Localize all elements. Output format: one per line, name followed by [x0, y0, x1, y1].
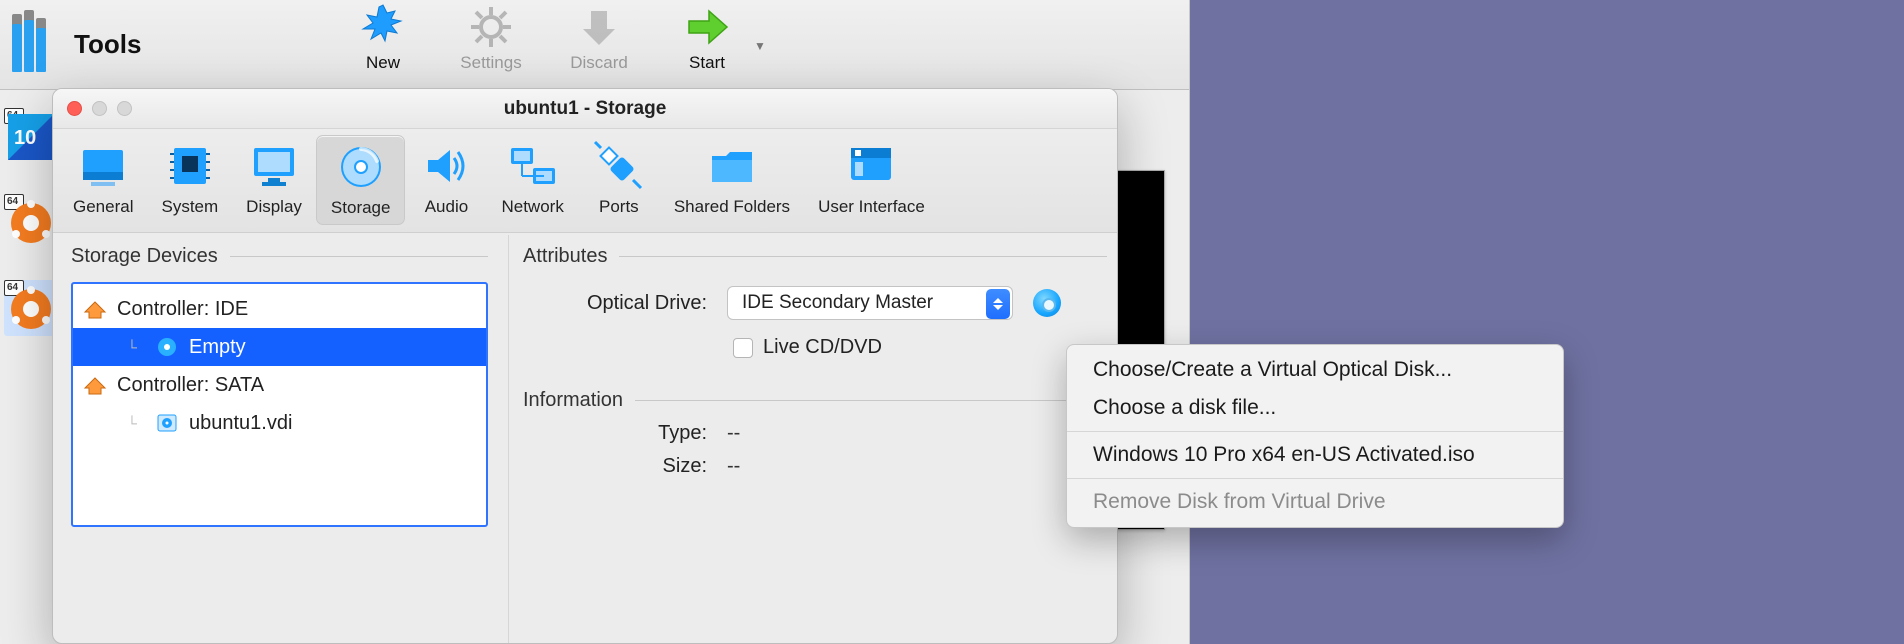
tab-label: Storage — [331, 198, 391, 218]
info-type-value: -- — [727, 422, 740, 445]
tab-label: General — [73, 197, 133, 217]
menu-separator — [1067, 478, 1563, 479]
select-stepper-icon[interactable] — [986, 289, 1010, 319]
tree-controller-ide[interactable]: Controller: IDE — [73, 290, 486, 328]
storage-tree[interactable]: Controller: IDE └ Empty Controller: SATA… — [71, 282, 488, 527]
optical-drive-select[interactable]: IDE Secondary Master — [727, 286, 1013, 320]
divider — [619, 256, 1107, 257]
tab-label: Shared Folders — [674, 197, 790, 217]
tree-label: Controller: IDE — [117, 298, 248, 321]
tab-network[interactable]: Network — [487, 135, 577, 223]
tab-audio[interactable]: Audio — [405, 135, 487, 223]
tab-storage[interactable]: Storage — [316, 135, 406, 225]
storage-devices-heading: Storage Devices — [71, 245, 218, 268]
menu-item-choose-file[interactable]: Choose a disk file... — [1067, 389, 1563, 427]
toolbar-settings-label: Settings — [460, 53, 521, 73]
tab-label: Audio — [425, 197, 468, 217]
svg-text:10: 10 — [14, 127, 36, 149]
tree-optical-empty[interactable]: └ Empty — [73, 328, 486, 366]
info-size-value: -- — [727, 455, 740, 478]
tab-system[interactable]: System — [147, 135, 232, 223]
menu-item-recent-iso[interactable]: Windows 10 Pro x64 en-US Activated.iso — [1067, 436, 1563, 474]
toolbar-discard-button[interactable]: Discard — [564, 3, 634, 73]
dialog-title: ubuntu1 - Storage — [504, 98, 667, 120]
info-size-label: Size: — [581, 455, 707, 478]
tab-label: User Interface — [818, 197, 925, 217]
live-cd-label: Live CD/DVD — [763, 336, 882, 359]
toolbar-start-label: Start — [689, 53, 725, 73]
attributes-panel: Attributes Optical Drive: IDE Secondary … — [508, 235, 1117, 643]
tab-label: Display — [246, 197, 302, 217]
attributes-heading: Attributes — [523, 245, 607, 268]
tools-label: Tools — [74, 29, 141, 60]
tab-general[interactable]: General — [59, 135, 147, 223]
settings-tabs: General System Display Storage Audio Net… — [53, 129, 1117, 233]
vm-list: 64 10 64 64 — [0, 100, 60, 366]
optical-disc-icon — [155, 336, 179, 358]
menu-separator — [1067, 431, 1563, 432]
tab-ports[interactable]: Ports — [578, 135, 660, 223]
hdd-icon — [155, 412, 179, 434]
info-type-label: Type: — [581, 422, 707, 445]
main-toolbar: Tools New Settings Discard Start ▼ — [0, 0, 1189, 90]
menu-item-remove-disk[interactable]: Remove Disk from Virtual Drive — [1067, 483, 1563, 521]
settings-dialog: ubuntu1 - Storage General System Display… — [52, 88, 1118, 644]
tab-user-interface[interactable]: User Interface — [804, 135, 939, 223]
tab-display[interactable]: Display — [232, 135, 316, 223]
toolbar-start-button[interactable]: Start — [672, 3, 742, 73]
tab-label: System — [161, 197, 218, 217]
tab-shared-folders[interactable]: Shared Folders — [660, 135, 804, 223]
toolbar-discard-label: Discard — [570, 53, 628, 73]
divider — [635, 400, 1107, 401]
choose-disk-button[interactable] — [1033, 289, 1061, 317]
start-dropdown-icon[interactable]: ▼ — [754, 39, 766, 53]
window-close-button[interactable] — [67, 101, 82, 116]
tree-label: Empty — [189, 336, 246, 359]
tree-label: ubuntu1.vdi — [189, 412, 292, 435]
controller-icon — [83, 298, 107, 320]
toolbar-new-button[interactable]: New — [348, 3, 418, 73]
divider — [230, 256, 488, 257]
optical-drive-value: IDE Secondary Master — [742, 292, 933, 314]
tools-icon — [12, 18, 54, 72]
optical-disk-menu: Choose/Create a Virtual Optical Disk... … — [1066, 344, 1564, 528]
tree-disk-ubuntu1[interactable]: └ ubuntu1.vdi — [73, 404, 486, 442]
toolbar-settings-button[interactable]: Settings — [456, 3, 526, 73]
controller-icon — [83, 374, 107, 396]
tab-label: Network — [501, 197, 563, 217]
window-zoom-button[interactable] — [117, 101, 132, 116]
tab-label: Ports — [599, 197, 639, 217]
tree-label: Controller: SATA — [117, 374, 264, 397]
information-heading: Information — [523, 389, 623, 412]
window-minimize-button[interactable] — [92, 101, 107, 116]
toolbar-new-label: New — [366, 53, 400, 73]
dialog-titlebar[interactable]: ubuntu1 - Storage — [53, 89, 1117, 129]
menu-item-choose-create[interactable]: Choose/Create a Virtual Optical Disk... — [1067, 351, 1563, 389]
tree-controller-sata[interactable]: Controller: SATA — [73, 366, 486, 404]
live-cd-checkbox[interactable] — [733, 338, 753, 358]
optical-drive-label: Optical Drive: — [547, 292, 707, 315]
storage-devices-panel: Storage Devices Controller: IDE └ Empty … — [53, 235, 508, 643]
